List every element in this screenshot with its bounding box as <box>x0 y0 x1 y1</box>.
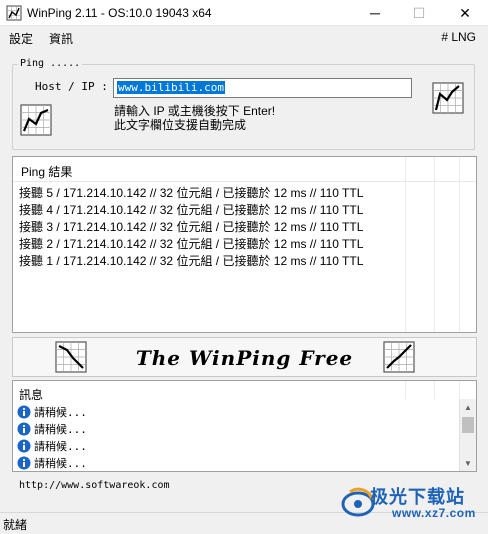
graph-down-icon <box>55 341 87 373</box>
menu-settings[interactable]: 設定 <box>9 30 33 47</box>
column-divider <box>459 157 460 332</box>
ping-results-panel[interactable]: Ping 結果 接聽 5 / 171.214.10.142 // 32 位元組 … <box>12 156 477 333</box>
messages-title: 訊息 <box>19 388 44 402</box>
host-input[interactable]: www.bilibili.com <box>113 78 412 98</box>
status-text: 就緒 <box>3 518 28 532</box>
list-item[interactable]: 請稍候... <box>17 420 87 437</box>
watermark: 极光下载站 www.xz7.com <box>340 482 485 526</box>
info-icon <box>17 405 31 418</box>
menu-language[interactable]: # LNG <box>441 30 476 44</box>
close-button[interactable]: ✕ <box>442 0 488 26</box>
results-list: 接聽 5 / 171.214.10.142 // 32 位元組 / 已接聽於 1… <box>19 185 363 270</box>
maximize-button[interactable]: ☐ <box>396 0 442 26</box>
messages-list: 請稍候... 請稍候... 請稍候... 請稍候... <box>17 403 87 471</box>
results-header-divider <box>13 181 476 182</box>
info-icon <box>17 456 31 469</box>
window-title: WinPing 2.11 - OS:10.0 19043 x64 <box>27 6 212 20</box>
result-row[interactable]: 接聽 2 / 171.214.10.142 // 32 位元組 / 已接聽於 1… <box>19 236 363 253</box>
scroll-up-icon[interactable]: ▲ <box>460 399 476 415</box>
menu-info[interactable]: 資訊 <box>49 30 73 47</box>
info-icon <box>17 422 31 435</box>
message-text: 請稍候... <box>34 439 87 453</box>
menu-bar: 設定 資訊 # LNG <box>0 26 488 48</box>
website-link[interactable]: http://www.softwareok.com <box>19 480 170 491</box>
column-divider <box>405 381 406 399</box>
minimize-button[interactable]: ─ <box>352 0 398 26</box>
ping-group-label: Ping ..... <box>18 58 83 69</box>
list-item[interactable]: 請稍候... <box>17 437 87 454</box>
list-item[interactable]: 請稍候... <box>17 454 87 471</box>
messages-scrollbar[interactable]: ▲ ▼ <box>459 399 476 471</box>
list-item[interactable]: 請稍候... <box>17 403 87 420</box>
graph-up-icon <box>383 341 415 373</box>
result-row[interactable]: 接聽 3 / 171.214.10.142 // 32 位元組 / 已接聽於 1… <box>19 219 363 236</box>
message-text: 請稍候... <box>34 456 87 470</box>
scrollbar-thumb[interactable] <box>462 417 474 433</box>
column-divider <box>459 381 460 399</box>
message-text: 請稍候... <box>34 405 87 419</box>
messages-panel[interactable]: 訊息 請稍候... 請稍候... 請稍候... 請稍候... ▲ ▼ <box>12 380 477 472</box>
result-row[interactable]: 接聽 4 / 171.214.10.142 // 32 位元組 / 已接聽於 1… <box>19 202 363 219</box>
result-row[interactable]: 接聽 5 / 171.214.10.142 // 32 位元組 / 已接聽於 1… <box>19 185 363 202</box>
hint-line-1: 請輸入 IP 或主機後按下 Enter! <box>114 104 276 118</box>
results-title: Ping 結果 <box>21 165 73 179</box>
column-divider <box>405 157 406 332</box>
watermark-url: www.xz7.com <box>392 506 476 520</box>
column-divider <box>434 157 435 332</box>
message-text: 請稍候... <box>34 422 87 436</box>
hint-line-2: 此文字欄位支援自動完成 <box>114 118 247 132</box>
hint-text: 請輸入 IP 或主機後按下 Enter! 此文字欄位支援自動完成 <box>114 104 275 132</box>
host-label: Host / IP : <box>35 80 108 93</box>
ping-graph-icon[interactable] <box>20 104 52 136</box>
scroll-down-icon[interactable]: ▼ <box>460 455 476 471</box>
info-icon <box>17 439 31 452</box>
title-bar: WinPing 2.11 - OS:10.0 19043 x64 ─ ☐ ✕ <box>0 0 488 26</box>
app-icon <box>6 5 22 21</box>
result-row[interactable]: 接聽 1 / 171.214.10.142 // 32 位元組 / 已接聽於 1… <box>19 253 363 270</box>
start-ping-icon[interactable] <box>432 82 464 114</box>
host-input-value: www.bilibili.com <box>117 81 225 94</box>
column-divider <box>434 381 435 399</box>
